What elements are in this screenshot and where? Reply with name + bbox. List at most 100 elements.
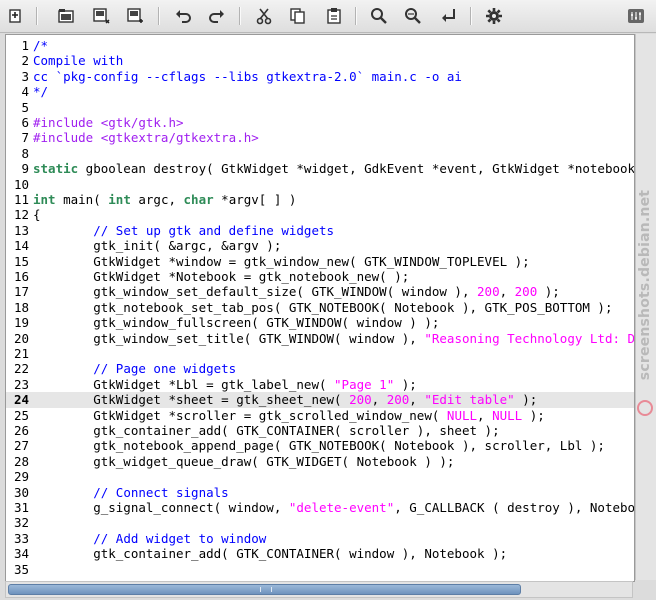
code-text: gtk_window_set_title( GTK_WINDOW( window… — [33, 331, 634, 346]
new-file-button[interactable] — [4, 4, 28, 28]
open-file-button[interactable] — [54, 4, 78, 28]
line-number: 10 — [13, 176, 29, 192]
code-line[interactable]: 6 #include <gtk/gtk.h> — [6, 115, 634, 130]
code-token: g_signal_connect( window, — [33, 500, 289, 515]
code-token: NULL — [446, 407, 478, 423]
code-line[interactable]: 26 gtk_container_add( GTK_CONTAINER( scr… — [6, 423, 634, 438]
code-line[interactable]: 10 — [6, 177, 634, 192]
code-line[interactable]: 16 GtkWidget *Notebook = gtk_notebook_ne… — [6, 269, 634, 284]
code-line[interactable]: 35 — [6, 562, 634, 577]
code-line[interactable]: 19 gtk_window_fullscreen( GTK_WINDOW( wi… — [6, 315, 634, 330]
code-line[interactable]: 12 { — [6, 207, 634, 222]
cut-button[interactable] — [252, 4, 276, 28]
copy-icon — [290, 8, 305, 24]
code-line[interactable]: 4 */ — [6, 84, 634, 99]
code-line[interactable]: 29 — [6, 469, 634, 484]
code-line[interactable]: 3 cc `pkg-config --cflags --libs gtkextra… — [6, 69, 634, 84]
code-token: ); — [537, 284, 560, 300]
code-line[interactable]: 28 gtk_widget_queue_draw( GTK_WIDGET( No… — [6, 454, 634, 469]
open-file-icon — [58, 9, 74, 23]
copy-button[interactable] — [286, 4, 310, 28]
code-line[interactable]: 17 gtk_window_set_default_size( GTK_WIND… — [6, 284, 634, 299]
goto-line-icon — [442, 9, 455, 22]
code-token: Compile with — [33, 53, 124, 69]
code-line[interactable]: 13 // Set up gtk and define widgets — [6, 223, 634, 238]
horizontal-scrollbar[interactable] — [5, 581, 633, 598]
line-number: 24 — [13, 392, 29, 408]
code-token: GtkWidget *Lbl = gtk_label_new( — [33, 376, 335, 392]
code-line[interactable]: 18 gtk_notebook_set_tab_pos( GTK_NOTEBOO… — [6, 300, 634, 315]
code-token: gtk_container_add( GTK_CONTAINER( window… — [33, 546, 508, 562]
window-menu-button[interactable] — [624, 4, 648, 28]
line-number: 19 — [13, 315, 29, 331]
code-token: gtk_init( &argc, &argv ); — [33, 238, 282, 254]
code-line[interactable]: 31 g_signal_connect( window, "delete-eve… — [6, 500, 634, 515]
line-number: 18 — [13, 299, 29, 315]
toolbar — [0, 0, 656, 33]
line-number: 28 — [13, 453, 29, 469]
watermark-text: screenshots.debian.net — [637, 189, 653, 381]
goto-line-button[interactable] — [437, 4, 461, 28]
save-as-button[interactable] — [123, 4, 147, 28]
code-line[interactable]: 22 // Page one widgets — [6, 361, 634, 376]
undo-icon — [176, 10, 191, 23]
line-number: 15 — [13, 253, 29, 269]
save-file-button[interactable] — [89, 4, 113, 28]
line-number: 29 — [13, 469, 29, 485]
preferences-button[interactable] — [482, 4, 506, 28]
code-token: , — [371, 392, 387, 408]
code-text: gtk_window_set_default_size( GTK_WINDOW(… — [33, 284, 560, 299]
find-button[interactable] — [367, 4, 391, 28]
code-line[interactable]: 23 GtkWidget *Lbl = gtk_label_new( "Page… — [6, 377, 634, 392]
code-token: static — [33, 161, 79, 177]
code-text: gtk_container_add( GTK_CONTAINER( window… — [33, 546, 507, 561]
code-line[interactable]: 5 — [6, 100, 634, 115]
find-next-button[interactable] — [401, 4, 425, 28]
code-token: argc, — [130, 192, 184, 207]
line-number: 14 — [13, 238, 29, 254]
code-line[interactable]: 9 static gboolean destroy( GtkWidget *wid… — [6, 161, 634, 176]
code-token: "Edit table" — [424, 392, 515, 408]
code-line[interactable]: 25 GtkWidget *scroller = gtk_scrolled_wi… — [6, 408, 634, 423]
window-menu-icon — [628, 9, 644, 23]
find-next-icon — [405, 8, 421, 24]
code-line[interactable]: 32 — [6, 515, 634, 530]
watermark-logo — [637, 400, 653, 416]
code-editor[interactable]: 1 /* 2 Compile with 3 cc `pkg-config --cflags… — [5, 34, 635, 582]
code-line[interactable]: 20 gtk_window_set_title( GTK_WINDOW( win… — [6, 331, 634, 346]
redo-button[interactable] — [205, 4, 229, 28]
code-line[interactable]: 33 // Add widget to window — [6, 531, 634, 546]
code-text: // Add widget to window — [33, 531, 266, 546]
paste-button[interactable] — [322, 4, 346, 28]
line-number: 5 — [21, 99, 29, 115]
code-text: GtkWidget *Lbl = gtk_label_new( "Page 1"… — [33, 377, 417, 392]
code-token: , — [499, 284, 515, 300]
code-token: , — [409, 392, 425, 408]
paste-icon — [327, 8, 341, 24]
code-line[interactable]: 7 #include <gtkextra/gtkextra.h> — [6, 130, 634, 145]
undo-button[interactable] — [171, 4, 195, 28]
code-line[interactable]: 30 // Connect signals — [6, 485, 634, 500]
code-token: ); — [394, 376, 417, 392]
code-line[interactable]: 8 — [6, 146, 634, 161]
toolbar-separator — [355, 7, 356, 25]
code-text: g_signal_connect( window, "delete-event"… — [33, 500, 634, 515]
code-text: gtk_init( &argc, &argv ); — [33, 238, 281, 253]
code-line[interactable]: 15 GtkWidget *window = gtk_window_new( G… — [6, 254, 634, 269]
code-text: gtk_widget_queue_draw( GTK_WIDGET( Noteb… — [33, 454, 454, 469]
code-line[interactable]: 2 Compile with — [6, 53, 634, 68]
code-text: GtkWidget *window = gtk_window_new( GTK_… — [33, 254, 530, 269]
code-line[interactable]: 27 gtk_notebook_append_page( GTK_NOTEBOO… — [6, 438, 634, 453]
code-text: Compile with — [33, 53, 123, 68]
code-line[interactable]: 24 GtkWidget *sheet = gtk_sheet_new( 200… — [6, 392, 634, 408]
code-line[interactable]: 34 gtk_container_add( GTK_CONTAINER( win… — [6, 546, 634, 561]
code-text: gtk_notebook_set_tab_pos( GTK_NOTEBOOK( … — [33, 300, 612, 315]
save-file-icon — [93, 8, 110, 24]
horizontal-scrollbar-thumb[interactable] — [8, 584, 521, 595]
code-line[interactable]: 14 gtk_init( &argc, &argv ); — [6, 238, 634, 253]
code-line[interactable]: 21 — [6, 346, 634, 361]
toolbar-separator — [239, 7, 240, 25]
code-line[interactable]: 1 /* — [6, 38, 634, 53]
code-line[interactable]: 11 int main( int argc, char *argv[ ] ) — [6, 192, 634, 207]
